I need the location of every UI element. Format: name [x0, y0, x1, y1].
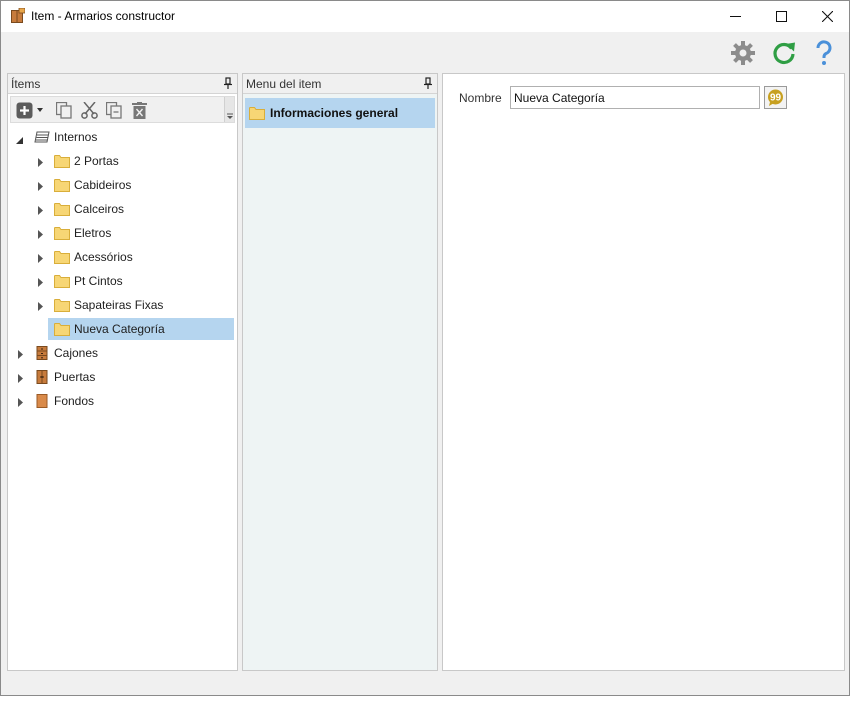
refresh-button[interactable]	[769, 38, 799, 68]
tree-item-nueva-categoria[interactable]: Nueva Categoría	[48, 318, 234, 340]
tree-item-acessorios[interactable]: Acessórios	[8, 246, 237, 268]
name-input[interactable]	[510, 86, 760, 109]
tree-item-pt-cintos[interactable]: Pt Cintos	[8, 270, 237, 292]
tree-item-puertas[interactable]: Puertas	[8, 366, 237, 388]
folder-icon	[54, 178, 70, 192]
expand-arrow-icon[interactable]	[38, 180, 46, 191]
copy-icon	[56, 101, 72, 119]
chevron-down-icon	[37, 108, 43, 112]
cut-icon	[80, 101, 98, 119]
tree-item-label: Pt Cintos	[74, 274, 123, 288]
item-menu-panel: Menu del item Informaciones general	[242, 73, 438, 671]
collapse-arrow-icon[interactable]	[16, 134, 24, 144]
main-window: Item - Armarios constructor Ítems Intern…	[0, 0, 850, 696]
delete-button[interactable]	[130, 101, 148, 119]
expand-arrow-icon[interactable]	[38, 204, 46, 215]
tree-item-eletros[interactable]: Eletros	[8, 222, 237, 244]
add-dropdown-button[interactable]	[35, 101, 45, 119]
tree-item-label: Nueva Categoría	[74, 322, 165, 336]
tree-item-label: Fondos	[54, 394, 95, 408]
pin-icon[interactable]	[223, 77, 233, 90]
tree-item-label: Puertas	[54, 370, 96, 384]
drawers-icon	[34, 346, 50, 360]
folder-icon	[54, 274, 70, 288]
name-label: Nombre	[459, 91, 502, 105]
cut-button[interactable]	[80, 101, 98, 119]
copy-button[interactable]	[55, 101, 73, 119]
tree-item-label: 2 Portas	[74, 154, 119, 168]
paste-button[interactable]	[105, 101, 123, 119]
toolbar-overflow-button[interactable]	[224, 97, 234, 122]
expand-arrow-icon[interactable]	[18, 396, 26, 407]
tree-item-label: Acessórios	[74, 250, 133, 264]
items-toolbar	[10, 96, 235, 123]
delete-icon	[131, 101, 147, 119]
tree-item-sapateiras-fixas[interactable]: Sapateiras Fixas	[8, 294, 237, 316]
add-icon	[16, 102, 32, 118]
expand-arrow-icon[interactable]	[38, 156, 46, 167]
tree-item-fondos[interactable]: Fondos	[8, 390, 237, 412]
tree-item-label: Cabideiros	[74, 178, 132, 192]
folder-icon	[54, 154, 70, 168]
expand-arrow-icon[interactable]	[38, 228, 46, 239]
translate-button[interactable]: 99	[764, 86, 787, 109]
items-panel: Ítems Internos 2 Portas Cabideiros Calce…	[7, 73, 238, 671]
tree-item-cabideiros[interactable]: Cabideiros	[8, 174, 237, 196]
folder-icon	[249, 106, 265, 120]
refresh-icon	[773, 42, 795, 65]
gear-icon	[731, 41, 755, 65]
expand-arrow-icon[interactable]	[38, 300, 46, 311]
expand-arrow-icon[interactable]	[18, 372, 26, 383]
tree-item-cajones[interactable]: Cajones	[8, 342, 237, 364]
door-icon	[34, 370, 50, 384]
tree-item-label: Calceiros	[74, 202, 125, 216]
tree-item-2-portas[interactable]: 2 Portas	[8, 150, 237, 172]
stack-icon	[34, 130, 50, 144]
window-title: Item - Armarios constructor	[31, 9, 176, 23]
help-icon	[816, 40, 832, 65]
paste-icon	[106, 101, 122, 119]
tree-item-label: Cajones	[54, 346, 99, 360]
items-panel-header: Ítems	[8, 74, 237, 94]
minimize-button[interactable]	[712, 1, 758, 32]
top-toolbar	[1, 32, 849, 72]
maximize-icon	[775, 11, 787, 22]
folder-icon	[54, 322, 70, 336]
menu-panel-title: Menu del item	[246, 77, 322, 91]
panel-icon	[34, 394, 50, 408]
tree-item-label: Internos	[54, 130, 98, 144]
menu-item-informaciones-general[interactable]: Informaciones general	[245, 98, 435, 128]
settings-button[interactable]	[728, 38, 758, 68]
folder-icon	[54, 298, 70, 312]
expand-arrow-icon[interactable]	[38, 276, 46, 287]
close-icon	[821, 11, 833, 22]
folder-icon	[54, 202, 70, 216]
detail-panel: Nombre 99	[442, 73, 845, 671]
tree-item-internos[interactable]: Internos	[8, 126, 237, 148]
expand-arrow-icon[interactable]	[18, 348, 26, 359]
svg-text:99: 99	[770, 93, 782, 104]
tree-item-label: Sapateiras Fixas	[74, 298, 164, 312]
help-button[interactable]	[809, 38, 839, 68]
items-panel-title: Ítems	[11, 77, 41, 91]
translate-icon: 99	[768, 89, 783, 106]
title-bar: Item - Armarios constructor	[1, 1, 849, 32]
cabinet-icon	[11, 7, 26, 23]
tree-item-calceiros[interactable]: Calceiros	[8, 198, 237, 220]
maximize-button[interactable]	[758, 1, 804, 32]
add-button[interactable]	[15, 101, 33, 119]
tree-item-label: Eletros	[74, 226, 112, 240]
folder-icon	[54, 250, 70, 264]
expand-arrow-icon[interactable]	[38, 252, 46, 263]
minimize-icon	[729, 16, 741, 17]
pin-icon[interactable]	[423, 77, 433, 90]
menu-item-label: Informaciones general	[270, 106, 399, 120]
chevron-down-icon	[227, 113, 233, 119]
close-button[interactable]	[804, 1, 850, 32]
folder-icon	[54, 226, 70, 240]
menu-panel-header: Menu del item	[243, 74, 437, 94]
